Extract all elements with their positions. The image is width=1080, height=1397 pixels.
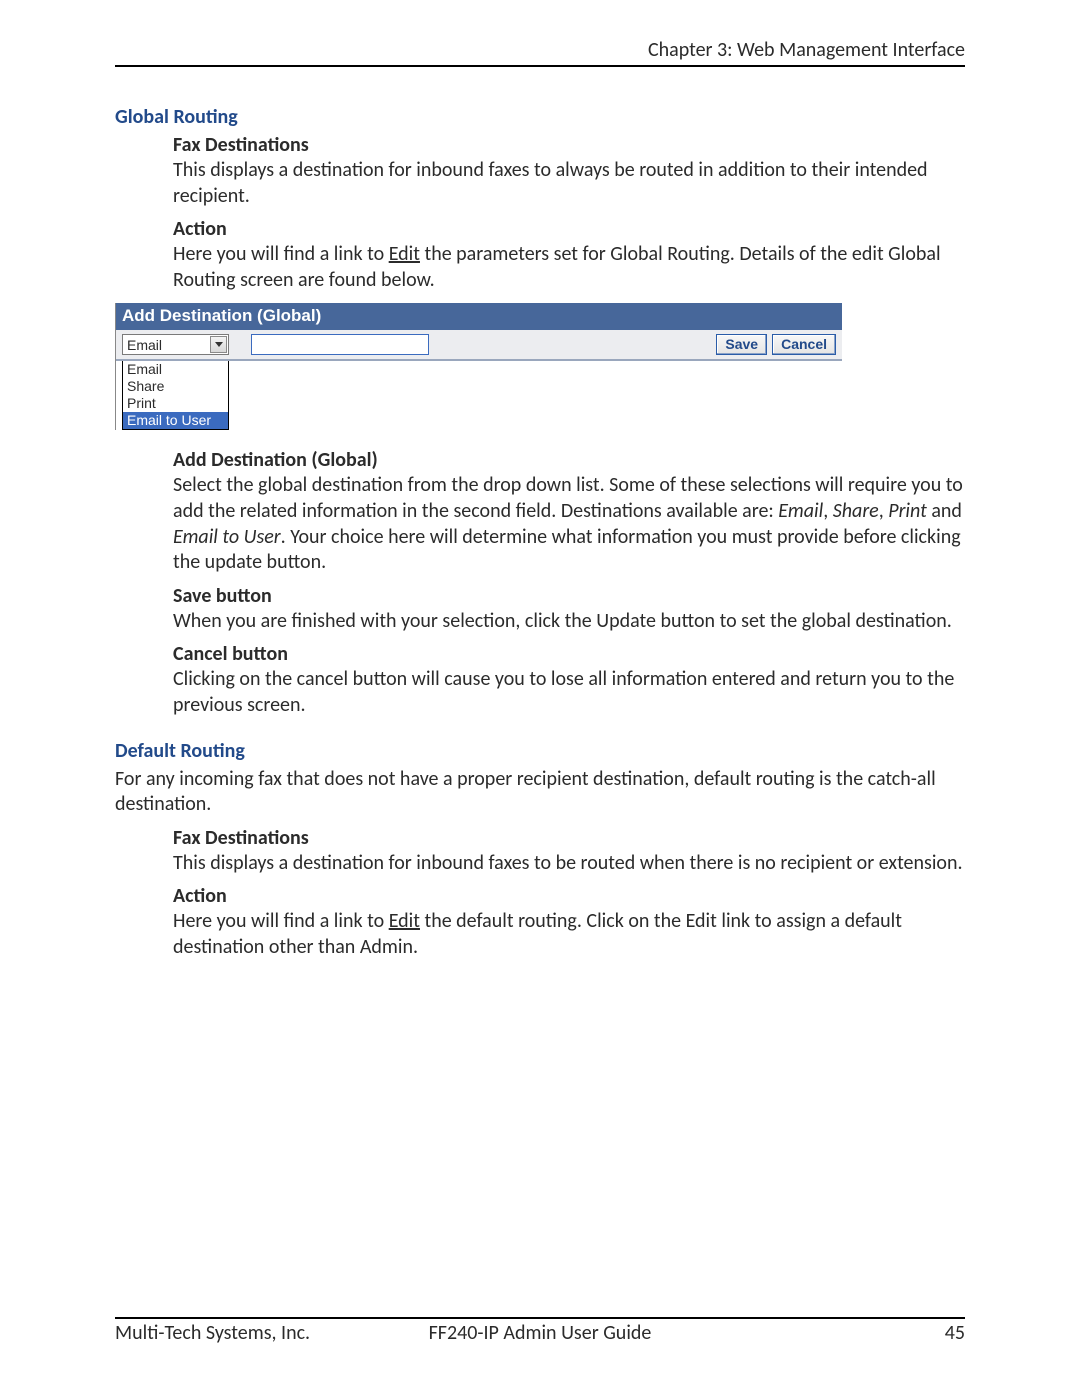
text-fragment: . Your choice here will determine what i… <box>173 525 961 575</box>
widget-form-row: Email Save Cancel <box>116 330 842 361</box>
destination-select[interactable]: Email <box>122 334 229 355</box>
text-fragment: Here you will find a link to <box>173 909 389 933</box>
section-global-routing: Global Routing <box>115 105 965 129</box>
text-add-destination: Select the global destination from the d… <box>173 473 965 575</box>
text-fax-destinations: This displays a destination for inbound … <box>173 158 965 209</box>
em-email-to-user: Email to User <box>173 525 281 549</box>
block-default-fax-destinations: Fax Destinations This displays a destina… <box>173 826 965 961</box>
heading-cancel-button: Cancel button <box>173 642 965 666</box>
save-button[interactable]: Save <box>716 334 767 355</box>
text-fragment: Here you will find a link to <box>173 242 389 266</box>
edit-link-text: Edit <box>389 909 420 933</box>
dropdown-option[interactable]: Email <box>123 361 228 378</box>
destination-dropdown-list: Email Share Print Email to User <box>122 361 229 430</box>
heading-default-fax-destinations: Fax Destinations <box>173 826 965 850</box>
page: Chapter 3: Web Management Interface Glob… <box>0 0 1080 1397</box>
text-cancel-button: Clicking on the cancel button will cause… <box>173 667 965 718</box>
section-default-routing: Default Routing <box>115 739 965 763</box>
em-share: Share <box>833 499 879 523</box>
dropdown-option-selected[interactable]: Email to User <box>123 412 228 429</box>
heading-save-button: Save button <box>173 584 965 608</box>
heading-add-destination: Add Destination (Global) <box>173 448 965 472</box>
heading-fax-destinations: Fax Destinations <box>173 133 965 157</box>
widget-button-group: Save Cancel <box>716 334 836 355</box>
chevron-down-icon[interactable] <box>210 336 227 353</box>
page-header: Chapter 3: Web Management Interface <box>115 38 965 67</box>
text-fragment: and <box>927 499 962 523</box>
em-print: Print <box>888 499 927 523</box>
block-fax-destinations: Fax Destinations This displays a destina… <box>173 133 965 293</box>
add-destination-widget: Add Destination (Global) Email Save Canc… <box>115 303 842 430</box>
widget-title-bar: Add Destination (Global) <box>116 303 842 330</box>
footer-doc-title: FF240-IP Admin User Guide <box>115 1321 965 1345</box>
heading-action: Action <box>173 217 965 241</box>
cancel-button[interactable]: Cancel <box>772 334 836 355</box>
dropdown-option[interactable]: Print <box>123 395 228 412</box>
text-default-routing-intro: For any incoming fax that does not have … <box>115 767 965 818</box>
page-footer: Multi-Tech Systems, Inc. FF240-IP Admin … <box>115 1317 965 1345</box>
block-add-destination: Add Destination (Global) Select the glob… <box>173 448 965 718</box>
chapter-title: Chapter 3: Web Management Interface <box>648 38 965 62</box>
heading-default-action: Action <box>173 884 965 908</box>
em-email: Email <box>778 499 823 523</box>
dropdown-option[interactable]: Share <box>123 378 228 395</box>
text-save-button: When you are finished with your selectio… <box>173 609 965 635</box>
select-value: Email <box>127 337 162 353</box>
text-default-action: Here you will find a link to Edit the de… <box>173 909 965 960</box>
text-fragment: , <box>879 499 889 523</box>
destination-value-input[interactable] <box>251 334 429 355</box>
edit-link-text: Edit <box>389 242 420 266</box>
text-action: Here you will find a link to Edit the pa… <box>173 242 965 293</box>
text-fragment: , <box>823 499 833 523</box>
text-default-fax-destinations: This displays a destination for inbound … <box>173 851 965 877</box>
